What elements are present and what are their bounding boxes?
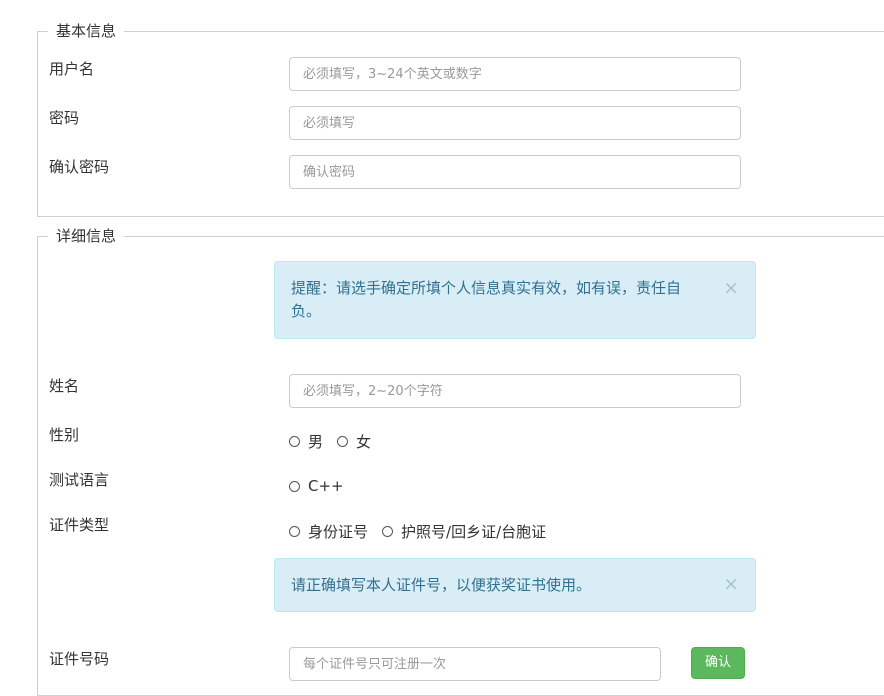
radio-cpp[interactable] [289,480,300,492]
confirm-password-label: 确认密码 [49,158,110,176]
info-alert-id: 请正确填写本人证件号，以便获奖证书使用。 × [274,558,756,612]
password-input[interactable] [289,106,741,140]
basic-info-legend: 基本信息 [48,22,125,40]
info-alert-id-text: 请正确填写本人证件号，以便获奖证书使用。 [291,576,592,594]
close-icon[interactable]: × [723,279,739,298]
name-input[interactable] [289,374,741,408]
gender-option-male-label: 男 [308,432,324,451]
gender-label: 性别 [49,426,80,444]
id-type-option-idcard-label: 身份证号 [308,522,369,541]
id-type-option-idcard[interactable]: 身份证号 [289,521,368,542]
radio-idcard[interactable] [289,525,300,537]
gender-option-male[interactable]: 男 [289,431,323,452]
name-label: 姓名 [49,377,80,395]
gender-radio-group: 男 女 [289,430,385,452]
info-alert-reminder-text: 提醒：请选手确定所填个人信息真实有效，如有误，责任自负。 [291,279,682,320]
radio-male[interactable] [289,435,300,447]
language-label: 测试语言 [49,471,110,489]
detail-info-legend: 详细信息 [48,227,125,245]
gender-option-female-label: 女 [356,432,372,451]
radio-female[interactable] [337,435,349,447]
id-type-radio-group: 身份证号 护照号/回乡证/台胞证 [289,520,560,542]
confirm-id-button[interactable]: 确认 [691,647,745,679]
id-type-label: 证件类型 [49,516,110,534]
confirm-password-input[interactable] [289,155,741,189]
username-input[interactable] [289,57,741,91]
password-label: 密码 [49,109,80,127]
id-type-option-passport[interactable]: 护照号/回乡证/台胞证 [382,521,546,542]
radio-passport[interactable] [382,525,394,537]
info-alert-reminder: 提醒：请选手确定所填个人信息真实有效，如有误，责任自负。 × [274,261,756,339]
close-icon[interactable]: × [723,575,739,594]
id-type-option-passport-label: 护照号/回乡证/台胞证 [401,522,547,541]
id-number-label: 证件号码 [49,650,110,668]
language-option-cpp-label: C++ [308,477,344,495]
language-radio-group: C++ [289,475,358,497]
language-option-cpp[interactable]: C++ [289,477,344,495]
username-label: 用户名 [49,60,95,78]
id-number-input[interactable] [289,647,661,681]
gender-option-female[interactable]: 女 [337,431,371,452]
